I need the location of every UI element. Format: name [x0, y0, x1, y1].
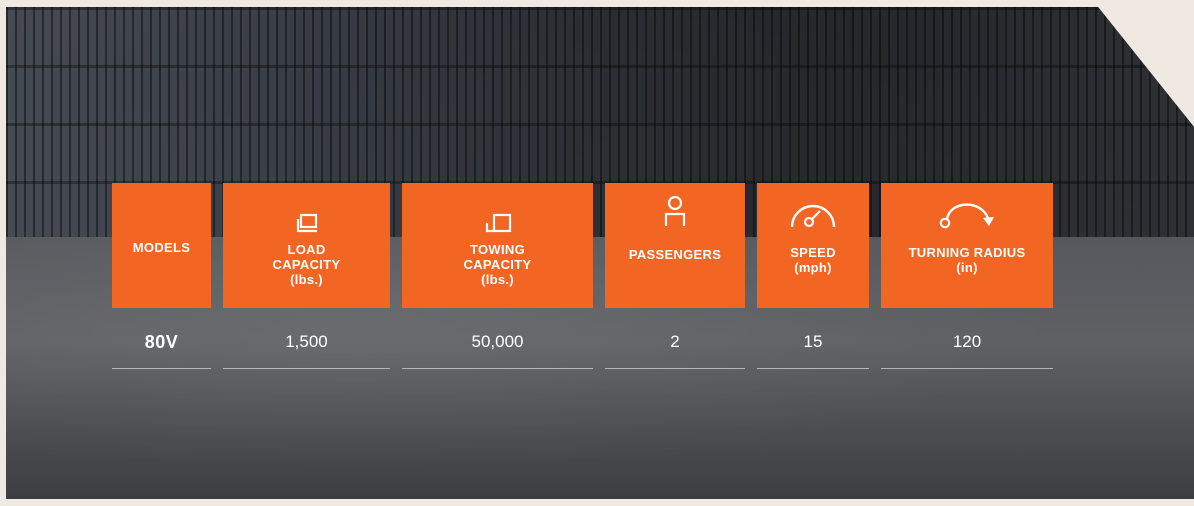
divider-line [223, 368, 390, 369]
load-capacity-value: 1,500 [285, 332, 328, 351]
divider-line [605, 368, 745, 369]
speed-value: 15 [803, 332, 823, 351]
passengers-column: PASSENGERS 2 [605, 183, 745, 369]
speed-unit: (mph) [794, 260, 832, 275]
towing-capacity-column: TOWING CAPACITY (lbs.) 50,000 [402, 183, 593, 369]
passengers-value: 2 [670, 332, 680, 351]
speed-header: SPEED (mph) [757, 183, 869, 308]
load-capacity-icon [294, 208, 320, 236]
passengers-header: PASSENGERS [605, 183, 745, 308]
load-capacity-unit: (lbs.) [290, 272, 323, 287]
turning-radius-unit: (in) [956, 260, 978, 275]
speedometer-icon [787, 203, 839, 229]
models-header: MODELS [112, 183, 211, 308]
divider-line [112, 368, 211, 369]
turning-radius-icon [936, 197, 998, 229]
divider-line [881, 368, 1053, 369]
towing-capacity-value: 50,000 [471, 332, 524, 351]
divider-line [757, 368, 869, 369]
speed-header-label: SPEED [790, 245, 836, 260]
load-capacity-column: LOAD CAPACITY (lbs.) 1,500 [223, 183, 390, 369]
towing-capacity-header-label: TOWING CAPACITY [463, 242, 532, 272]
turning-radius-value: 120 [952, 332, 982, 351]
specifications-table: MODELS 80V LOAD CAPACITY (lbs.) 1,500 TO… [0, 0, 1194, 506]
towing-capacity-header: TOWING CAPACITY (lbs.) [402, 183, 593, 308]
models-column: MODELS 80V [112, 183, 211, 369]
divider-line [402, 368, 593, 369]
turning-radius-header: TURNING RADIUS (in) [881, 183, 1053, 308]
models-value: 80V [144, 332, 179, 352]
passengers-header-label: PASSENGERS [628, 247, 722, 262]
load-capacity-header: LOAD CAPACITY (lbs.) [223, 183, 390, 308]
page-background: MODELS 80V LOAD CAPACITY (lbs.) 1,500 TO… [0, 0, 1194, 506]
towing-capacity-icon [483, 208, 513, 236]
passenger-icon [663, 193, 687, 227]
speed-column: SPEED (mph) 15 [757, 183, 869, 369]
towing-capacity-unit: (lbs.) [481, 272, 514, 287]
models-header-label: MODELS [132, 240, 191, 255]
load-capacity-header-label: LOAD CAPACITY [272, 242, 341, 272]
turning-radius-column: TURNING RADIUS (in) 120 [881, 183, 1053, 369]
turning-radius-header-label: TURNING RADIUS [908, 245, 1026, 260]
